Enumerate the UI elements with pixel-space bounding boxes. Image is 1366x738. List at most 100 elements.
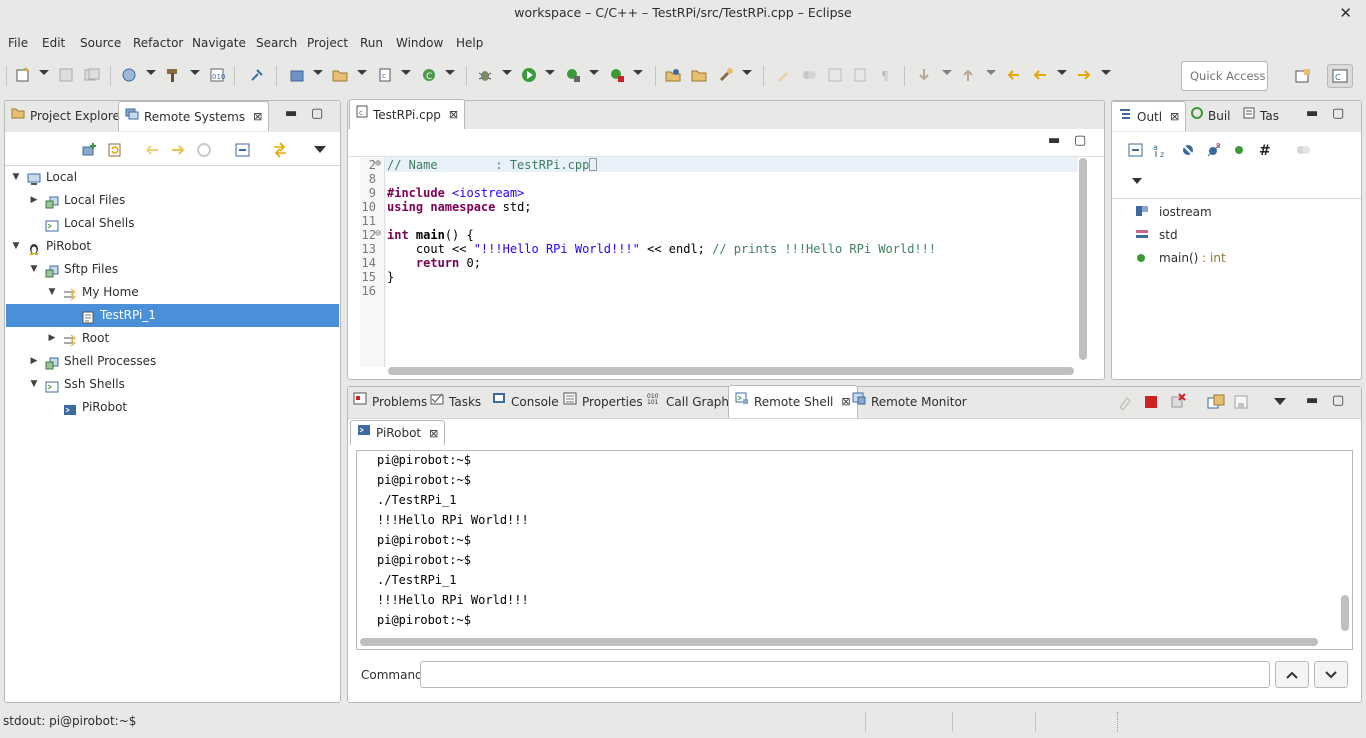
tree-item-local-shells[interactable]: Local Shells [6,212,339,235]
tree-item-pirobot[interactable]: ▼ PiRobot [6,235,339,258]
save-all-icon[interactable] [83,66,101,84]
link-with-editor-icon[interactable] [271,141,289,159]
save-icon[interactable] [57,66,75,84]
expanded-icon[interactable]: ▼ [46,281,58,304]
collapse-all-icon[interactable] [234,141,252,159]
tree-item-pirobot-shell[interactable]: PiRobot [6,396,339,419]
tab-testrpi-cpp[interactable]: c TestRPi.cpp ⊠ [349,99,466,129]
minimize-icon[interactable]: ▬ [1048,133,1060,148]
close-tab-icon[interactable]: ⊠ [1170,102,1179,132]
new-project-dropdown-icon[interactable] [313,70,323,75]
menu-window[interactable]: Window [396,32,443,54]
tree-item-shell-processes[interactable]: ▶ Shell Processes [6,350,339,373]
debug-icon[interactable] [476,66,494,84]
forward-icon[interactable] [1075,66,1093,84]
export-icon[interactable] [1207,394,1225,410]
editor-horizontal-scrollbar[interactable] [388,367,1074,375]
toggle-block-icon[interactable] [826,66,844,84]
search-dropdown-icon[interactable] [742,70,752,75]
link-outline-icon[interactable] [1295,141,1313,159]
open-perspective-icon[interactable] [1290,64,1316,88]
tab-build[interactable]: Buil [1185,101,1237,131]
hide-macros-icon[interactable]: # [1257,141,1275,159]
tab-console[interactable]: Console [486,387,565,417]
binary-icon[interactable]: 010 [208,66,226,84]
previous-annotation-icon[interactable] [959,66,977,84]
next-annotation-icon[interactable] [915,66,933,84]
forward-nav-icon[interactable] [169,141,187,159]
shell-horizontal-scrollbar[interactable] [360,638,1318,646]
status-resize-handle[interactable] [1117,712,1118,732]
tree-item-root[interactable]: ▶ Root [6,327,339,350]
shell-tab-pirobot[interactable]: PiRobot ⊠ [350,420,446,446]
expanded-icon[interactable]: ▼ [10,235,22,258]
show-whitespace-icon[interactable]: ¶ [877,66,895,84]
tab-remote-systems[interactable]: Remote Systems ⊠ [118,101,270,131]
menu-run[interactable]: Run [360,32,383,54]
tab-call-graph[interactable]: 010 101 Call Graph [641,387,735,417]
collapsed-icon[interactable]: ▶ [28,350,40,373]
tree-item-sftp-files[interactable]: ▼ Sftp Files [6,258,339,281]
outline-view-menu-icon[interactable] [1132,178,1142,184]
tab-problems[interactable]: Problems [347,387,433,417]
external-tools-dropdown-icon[interactable] [589,70,599,75]
menu-edit[interactable]: Edit [42,32,65,54]
tree-item-ssh-shells[interactable]: ▼ Ssh Shells [6,373,339,396]
menu-search[interactable]: Search [256,32,297,54]
tab-properties[interactable]: Properties [557,387,649,417]
back-nav-icon[interactable] [143,141,161,159]
profile-dropdown-icon[interactable] [633,70,643,75]
run-external-tool-icon[interactable] [564,66,582,84]
tree-item-testrpi-1[interactable]: TestRPi_1 [6,304,339,327]
highlight-icon[interactable] [774,66,792,84]
tab-tasks[interactable]: Tas [1237,101,1285,131]
fold-expand-icon[interactable]: ⊕ [375,158,381,169]
menu-source[interactable]: Source [80,32,121,54]
hide-static-icon[interactable]: S [1205,141,1223,159]
new-source-dropdown-icon[interactable] [401,70,411,75]
new-folder-dropdown-icon[interactable] [357,70,367,75]
back-dropdown-icon[interactable] [1057,70,1067,75]
maximize-icon[interactable]: ▢ [1332,106,1344,121]
search-flashlight-icon[interactable] [717,66,735,84]
minimize-icon[interactable]: ▬ [285,106,297,121]
tab-tasks[interactable]: Tasks [424,387,487,417]
expanded-icon[interactable]: ▼ [28,373,40,396]
build-hammer-icon[interactable] [164,66,182,84]
hide-fields-icon[interactable] [1179,141,1197,159]
tab-remote-shell[interactable]: Remote Shell ⊠ [728,385,858,418]
close-tab-icon[interactable]: ⊠ [429,421,438,446]
collapsed-icon[interactable]: ▶ [28,189,40,212]
new-folder-icon[interactable] [331,66,349,84]
new-source-file-icon[interactable]: c [376,66,394,84]
outline-item-std[interactable]: std [1159,227,1178,243]
tree-item-local[interactable]: ▼ Local [6,166,339,189]
new-icon[interactable] [14,66,32,84]
last-edit-location-icon[interactable] [1004,66,1022,84]
minimize-icon[interactable]: ▬ [1306,106,1318,121]
bottom-view-menu-icon[interactable] [1274,398,1286,405]
folded-block-marker[interactable] [589,158,598,171]
open-type-icon[interactable] [664,66,682,84]
new-cpp-project-icon[interactable] [288,66,306,84]
new-class-icon[interactable]: C [420,66,438,84]
run-dropdown-icon[interactable] [545,70,555,75]
build-dropdown-icon[interactable] [190,70,200,75]
toggle-mark-icon[interactable] [800,66,818,84]
minimize-icon[interactable]: ▬ [1306,393,1318,408]
menu-help[interactable]: Help [456,32,483,54]
tab-outline[interactable]: Outl ⊠ [1111,101,1187,132]
shell-output-area[interactable] [356,450,1353,650]
next-annotation-dropdown-icon[interactable] [942,70,952,75]
forward-dropdown-icon[interactable] [1101,70,1111,75]
sort-icon[interactable]: az [1152,141,1170,159]
up-nav-icon[interactable] [195,141,213,159]
new-dropdown-icon[interactable] [39,70,49,75]
tab-project-explorer[interactable]: Project Explorer [5,101,131,131]
collapse-all-icon[interactable] [1127,141,1145,159]
debug-dropdown-icon[interactable] [502,70,512,75]
new-connection-icon[interactable] [80,141,98,159]
maximize-icon[interactable]: ▢ [1332,393,1344,408]
editor-vertical-scrollbar[interactable] [1079,158,1087,360]
window-close-button[interactable]: ✕ [1339,4,1352,22]
